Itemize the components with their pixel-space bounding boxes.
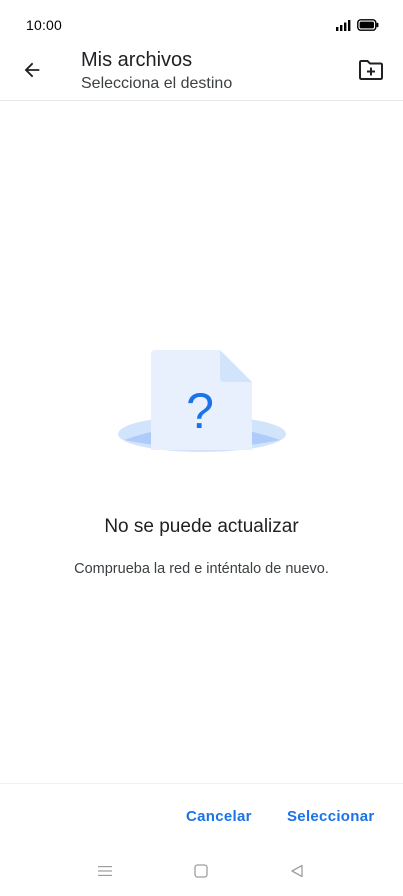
system-nav-bar [0,850,403,896]
home-icon [193,863,209,884]
status-icons [335,18,379,36]
empty-state-title: No se puede actualizar [104,516,299,537]
svg-text:?: ? [186,383,214,439]
arrow-back-icon [21,59,43,86]
signal-icon [335,18,351,36]
status-time: 10:00 [26,17,63,33]
page-title: Mis archivos [81,49,193,71]
status-bar: 10:00 [0,0,403,48]
title-block: Mis archivos Selecciona el destino [81,47,232,94]
back-triangle-icon [289,863,305,884]
screen: 10:00 Mis archivos Selecciona el destino… [0,0,403,896]
app-bar: Mis archivos Selecciona el destino [0,44,403,101]
battery-icon [357,18,379,36]
action-bar: Cancelar Seleccionar [0,783,403,846]
select-button[interactable]: Seleccionar [281,804,381,829]
page-subtitle: Selecciona el destino [81,75,233,92]
menu-icon [97,864,113,883]
nav-home-button[interactable] [190,862,212,884]
new-folder-icon [358,59,384,86]
nav-menu-button[interactable] [94,862,116,884]
cancel-button[interactable]: Cancelar [180,804,258,829]
nav-back-button[interactable] [286,862,308,884]
empty-state-message: Comprueba la red e inténtalo de nuevo. [74,561,329,577]
question-document-icon: ? [116,348,288,458]
back-button[interactable] [14,54,50,90]
new-folder-button[interactable] [351,52,391,92]
